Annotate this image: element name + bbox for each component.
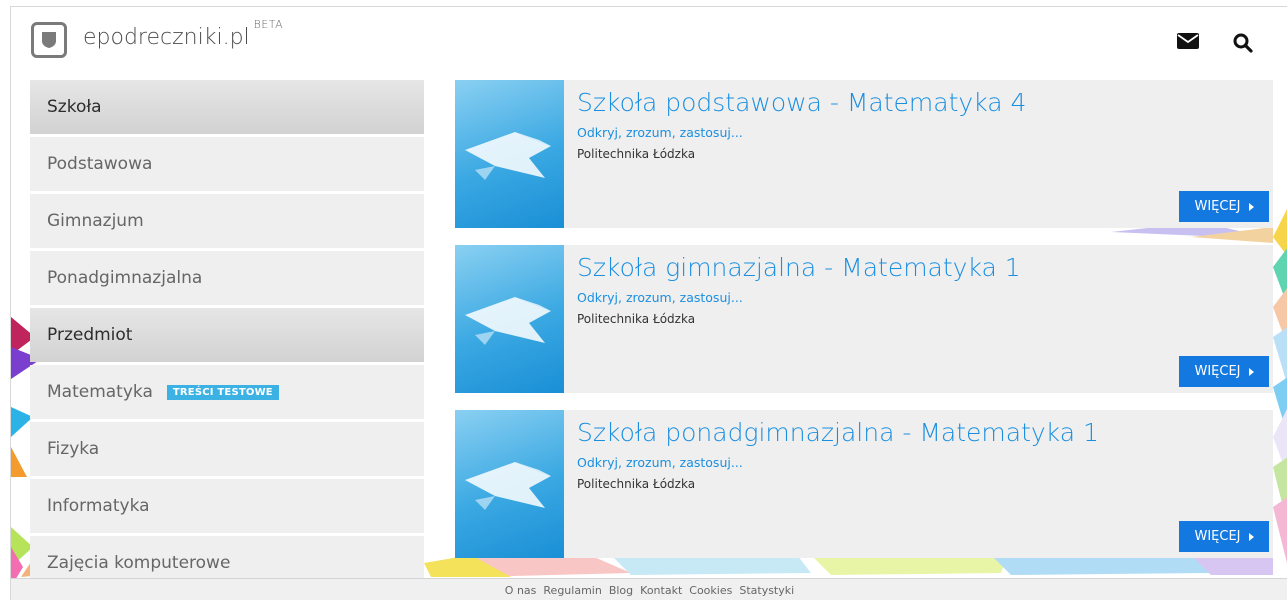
more-button-label: WIĘCEJ (1194, 364, 1241, 379)
site-footer: O nas Regulamin Blog Kontakt Cookies Sta… (11, 578, 1287, 600)
sidebar-item-label: Podstawowa (47, 154, 153, 174)
chevron-right-icon (1248, 202, 1254, 211)
sidebar-item-informatyka[interactable]: Informatyka (30, 479, 424, 533)
sidebar-item-podstawowa[interactable]: Podstawowa (30, 137, 424, 191)
logo-icon[interactable] (31, 22, 67, 58)
textbook-title[interactable]: Szkoła podstawowa - Matematyka 4 (577, 88, 1026, 117)
sidebar-heading-label: Szkoła (47, 97, 102, 117)
chevron-right-icon (1248, 367, 1254, 376)
textbook-title[interactable]: Szkoła gimnazjalna - Matematyka 1 (577, 253, 1021, 282)
beta-tag: BETA (253, 17, 284, 31)
sidebar-item-gimnazjum[interactable]: Gimnazjum (30, 194, 424, 248)
sidebar-item-label: Informatyka (47, 496, 150, 516)
footer-link-cookies[interactable]: Cookies (689, 584, 732, 597)
sidebar-heading-subject: Przedmiot (30, 308, 424, 362)
footer-link-stats[interactable]: Statystyki (739, 584, 794, 597)
filter-sidebar: Szkoła Podstawowa Gimnazjum Ponadgimnazj… (30, 80, 424, 593)
sidebar-item-label: Matematyka (47, 382, 153, 402)
textbook-card: Szkoła gimnazjalna - Matematyka 1 Odkryj… (455, 245, 1273, 393)
brand-name: epodreczniki.pl (83, 25, 250, 50)
textbook-title[interactable]: Szkoła ponadgimnazjalna - Matematyka 1 (577, 418, 1099, 447)
textbook-subtitle: Odkryj, zrozum, zastosuj... (577, 455, 743, 470)
textbook-publisher: Politechnika Łódzka (577, 147, 696, 161)
textbook-publisher: Politechnika Łódzka (577, 312, 696, 326)
sidebar-item-label: Zajęcia komputerowe (47, 553, 231, 573)
mail-icon[interactable] (1177, 33, 1199, 49)
sidebar-item-ponadgimnazjalna[interactable]: Ponadgimnazjalna (30, 251, 424, 305)
footer-link-blog[interactable]: Blog (609, 584, 633, 597)
textbook-card: Szkoła podstawowa - Matematyka 4 Odkryj,… (455, 80, 1273, 228)
sidebar-item-fizyka[interactable]: Fizyka (30, 422, 424, 476)
more-button-label: WIĘCEJ (1194, 199, 1241, 214)
more-button[interactable]: WIĘCEJ (1179, 521, 1269, 552)
more-button[interactable]: WIĘCEJ (1179, 191, 1269, 222)
chevron-right-icon (1248, 532, 1254, 541)
textbook-publisher: Politechnika Łódzka (577, 477, 696, 491)
textbook-cover-thumbnail[interactable] (455, 80, 564, 228)
more-button[interactable]: WIĘCEJ (1179, 356, 1269, 387)
sidebar-item-label: Fizyka (47, 439, 100, 459)
footer-link-contact[interactable]: Kontakt (640, 584, 682, 597)
footer-link-terms[interactable]: Regulamin (543, 584, 601, 597)
site-brand[interactable]: epodreczniki.plBETA (83, 18, 283, 50)
test-content-badge: TREŚCI TESTOWE (166, 384, 279, 400)
textbook-cover-thumbnail[interactable] (455, 410, 564, 558)
textbook-subtitle: Odkryj, zrozum, zastosuj... (577, 290, 743, 305)
textbook-card: Szkoła ponadgimnazjalna - Matematyka 1 O… (455, 410, 1273, 558)
sidebar-item-label: Gimnazjum (47, 211, 144, 231)
footer-link-about[interactable]: O nas (505, 584, 537, 597)
sidebar-item-matematyka[interactable]: Matematyka TREŚCI TESTOWE (30, 365, 424, 419)
more-button-label: WIĘCEJ (1194, 529, 1241, 544)
textbook-cover-thumbnail[interactable] (455, 245, 564, 393)
site-header: epodreczniki.plBETA (11, 7, 1287, 77)
page-frame: epodreczniki.plBETA Szkoła Podstawowa Gi… (10, 6, 1287, 600)
search-icon[interactable] (1233, 33, 1253, 53)
textbook-list: Szkoła podstawowa - Matematyka 4 Odkryj,… (455, 80, 1273, 575)
sidebar-heading-school: Szkoła (30, 80, 424, 134)
textbook-subtitle: Odkryj, zrozum, zastosuj... (577, 125, 743, 140)
sidebar-heading-label: Przedmiot (47, 325, 133, 345)
sidebar-item-label: Ponadgimnazjalna (47, 268, 203, 288)
